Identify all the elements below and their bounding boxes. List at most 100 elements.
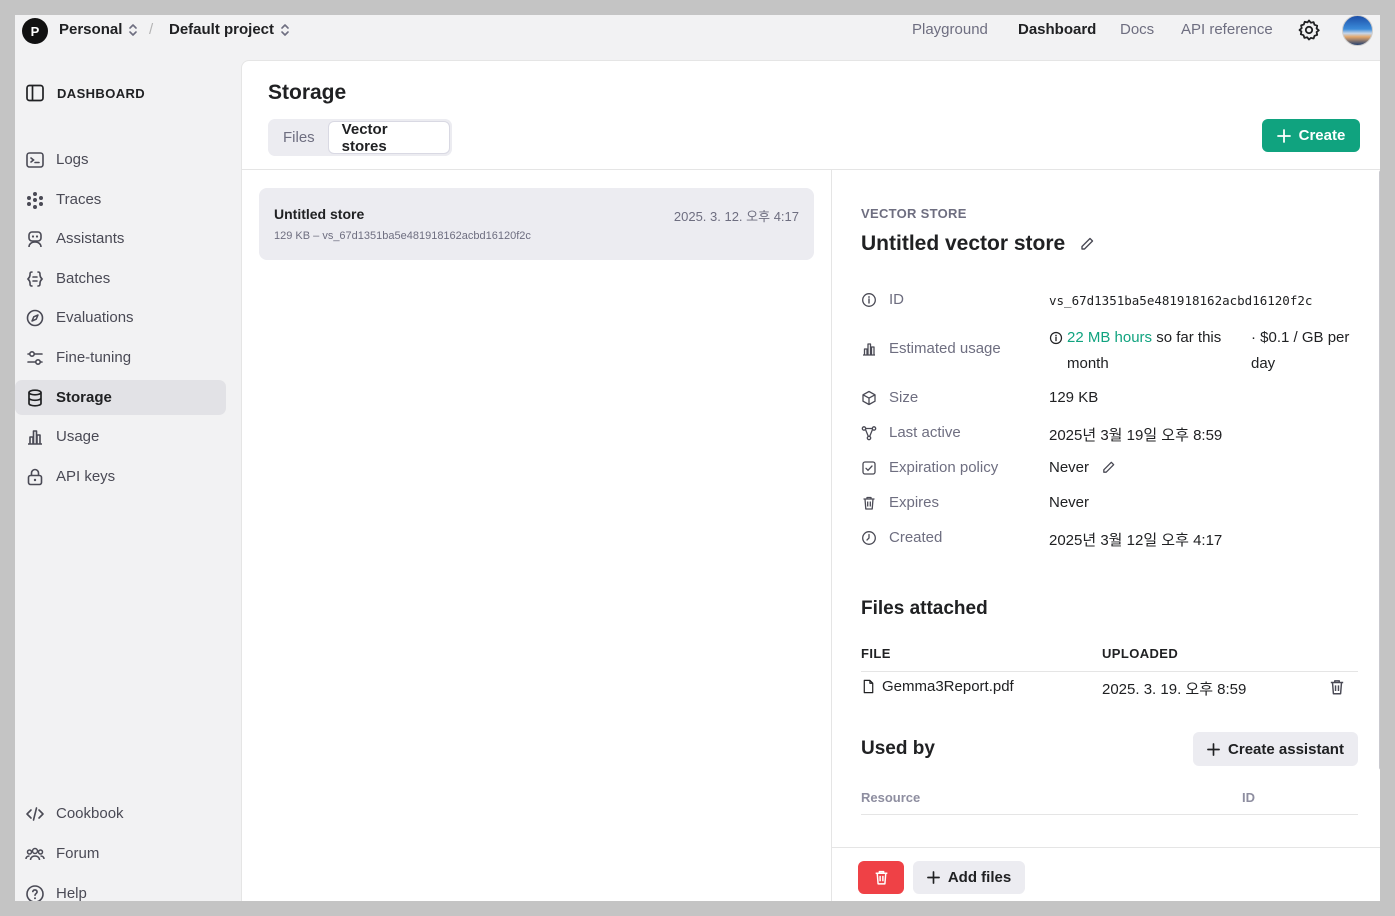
sliders-icon xyxy=(27,350,43,365)
sidebar-toggle-icon[interactable] xyxy=(25,83,45,103)
usage-label: Estimated usage xyxy=(861,340,1001,357)
nav-docs[interactable]: Docs xyxy=(1120,21,1154,38)
expires-label-text: Expires xyxy=(889,494,940,511)
sidebar-item-label: Evaluations xyxy=(56,309,134,326)
database-icon xyxy=(28,388,42,407)
sidebar-item-assistants[interactable]: Assistants xyxy=(15,221,226,256)
sidebar-item-label: Usage xyxy=(56,428,100,445)
store-name: Untitled store xyxy=(274,206,365,222)
code-icon xyxy=(26,806,44,821)
nav-api-reference[interactable]: API reference xyxy=(1181,21,1273,38)
file-uploaded: 2025. 3. 19. 오후 8:59 xyxy=(1102,681,1247,698)
sidebar-item-evaluations[interactable]: Evaluations xyxy=(15,300,226,335)
id-value: vs_67d1351ba5e481918162acbd16120f2c xyxy=(1049,293,1313,308)
sidebar-item-batches[interactable]: Batches xyxy=(15,261,226,296)
project-switcher[interactable]: Default project xyxy=(169,21,290,38)
column-header-uploaded: UPLOADED xyxy=(1102,646,1179,661)
info-icon xyxy=(862,292,876,307)
divider xyxy=(861,814,1358,815)
sidebar-item-help[interactable]: Help xyxy=(15,876,226,901)
sidebar-item-traces[interactable]: Traces xyxy=(15,182,226,217)
top-bar: P Personal / Default project Playground … xyxy=(15,15,1380,59)
expiration-policy-label: Expiration policy xyxy=(861,459,998,476)
expires-value: Never xyxy=(1049,494,1090,511)
sidebar-item-label: Fine-tuning xyxy=(56,349,132,366)
trash-icon[interactable] xyxy=(1328,678,1346,696)
create-button[interactable]: Create xyxy=(1262,119,1360,152)
pencil-icon[interactable] xyxy=(1101,460,1116,475)
sidebar-item-label: Batches xyxy=(56,270,111,287)
org-avatar[interactable]: P xyxy=(22,18,48,44)
detail-footer: Add files xyxy=(832,847,1380,901)
created-value: 2025년 3월 12일 오후 4:17 xyxy=(1049,532,1223,549)
user-avatar[interactable] xyxy=(1342,15,1373,46)
add-files-button[interactable]: Add files xyxy=(913,861,1025,894)
sidebar-item-forum[interactable]: Forum xyxy=(15,836,226,871)
sidebar-item-label: Storage xyxy=(56,389,112,406)
detail-label: VECTOR STORE xyxy=(861,206,967,221)
size-label: Size xyxy=(861,389,918,406)
app-window: P Personal / Default project Playground … xyxy=(15,15,1380,901)
pencil-icon[interactable] xyxy=(1079,236,1095,252)
detail-title: Untitled vector store xyxy=(861,232,1095,256)
sidebar-item-label: Assistants xyxy=(56,230,125,247)
gear-icon[interactable] xyxy=(1297,18,1321,42)
column-header-file: FILE xyxy=(861,646,891,661)
project-name: Default project xyxy=(169,21,275,38)
chevron-updown-icon xyxy=(129,23,138,36)
usage-value: 22 MB hours so far this month xyxy=(1049,325,1234,377)
id-label: ID xyxy=(861,291,904,308)
org-switcher[interactable]: Personal xyxy=(59,21,138,38)
sidebar-item-label: Traces xyxy=(56,191,102,208)
sidebar: DASHBOARD Logs Traces Assistants Batches… xyxy=(15,59,240,901)
breadcrumb-separator: / xyxy=(149,21,154,38)
size-value: 129 KB xyxy=(1049,389,1099,406)
help-icon xyxy=(26,884,44,901)
terminal-icon xyxy=(26,151,44,168)
lock-icon xyxy=(27,468,43,485)
delete-store-button[interactable] xyxy=(858,861,904,894)
plus-icon xyxy=(1207,742,1220,756)
sidebar-item-api-keys[interactable]: API keys xyxy=(15,459,226,494)
trash-icon xyxy=(863,496,875,510)
sidebar-item-storage[interactable]: Storage xyxy=(15,380,226,415)
file-row-name[interactable]: Gemma3Report.pdf xyxy=(861,678,1014,695)
create-assistant-button[interactable]: Create assistant xyxy=(1193,732,1358,766)
sidebar-item-label: Forum xyxy=(56,845,100,862)
bar-chart-icon xyxy=(28,429,42,445)
last-active-label-text: Last active xyxy=(889,424,961,441)
info-icon[interactable] xyxy=(1049,331,1063,345)
nav-playground[interactable]: Playground xyxy=(912,21,988,38)
users-icon xyxy=(25,847,45,860)
sidebar-item-fine-tuning[interactable]: Fine-tuning xyxy=(15,340,226,375)
sidebar-title: DASHBOARD xyxy=(57,85,146,101)
last-active-value: 2025년 3월 19일 오후 8:59 xyxy=(1049,427,1223,444)
divider xyxy=(861,671,1358,672)
traces-icon xyxy=(27,191,43,209)
sidebar-item-label: API keys xyxy=(56,468,116,485)
files-attached-title: Files attached xyxy=(861,598,988,619)
tab-files[interactable]: Files xyxy=(270,121,328,154)
sidebar-item-cookbook[interactable]: Cookbook xyxy=(15,796,226,831)
scrollbar[interactable] xyxy=(1379,170,1380,770)
column-header-id: ID xyxy=(1242,790,1255,805)
trash-icon xyxy=(875,870,887,885)
list-item[interactable]: Untitled store 2025. 3. 12. 오후 4:17 129 … xyxy=(259,188,814,260)
chevron-updown-icon xyxy=(281,23,289,36)
tab-vector-stores[interactable]: Vector stores xyxy=(327,121,450,155)
vector-store-name: Untitled vector store xyxy=(861,232,1066,255)
plus-icon xyxy=(926,871,940,884)
sidebar-item-logs[interactable]: Logs xyxy=(15,142,226,177)
sidebar-item-usage[interactable]: Usage xyxy=(15,419,226,454)
cube-icon xyxy=(862,390,876,405)
id-label-text: ID xyxy=(889,291,904,308)
clock-icon xyxy=(862,530,876,545)
plus-icon xyxy=(1276,128,1291,143)
bar-chart-icon xyxy=(863,342,875,356)
size-label-text: Size xyxy=(889,389,919,406)
created-label: Created xyxy=(861,529,942,546)
expires-label: Expires xyxy=(861,494,939,511)
nav-dashboard[interactable]: Dashboard xyxy=(1018,21,1096,38)
expiration-policy-label-text: Expiration policy xyxy=(889,459,999,476)
org-name: Personal xyxy=(59,21,123,38)
